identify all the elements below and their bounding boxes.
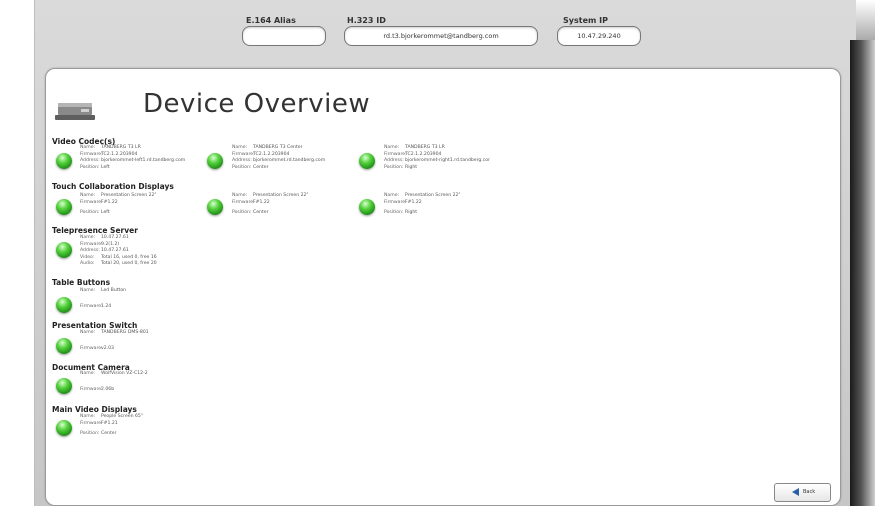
edge-shadow-top [856,0,875,40]
main-panel [45,68,841,506]
touch-center-info: Name: Presentation Screen 22" Firmware:F#… [232,193,309,215]
back-button-label: Back [803,489,816,495]
status-led-icon [207,153,223,169]
status-led-icon [56,338,72,354]
main-video-displays-info: Name: People Screen 65" Firmware:F#1.21 P… [80,414,143,436]
codec-left-info: Name: TANDBERG T3 LR Firmware:TC2.1.2.203… [80,145,186,170]
section-presentation-switch: Presentation Switch [52,321,138,330]
back-button[interactable]: Back [774,483,831,502]
section-touch-displays: Touch Collaboration Displays [52,182,174,191]
e164-label: E.164 Alias [246,16,296,25]
status-led-icon [56,242,72,258]
telepresence-info: Name: 10.47.27.61 Firmware:9.2(1.2) Addre… [80,235,157,266]
section-table-buttons: Table Buttons [52,278,111,287]
status-led-icon [56,297,72,313]
status-led-icon [56,199,72,215]
section-main-video-displays: Main Video Displays [52,405,137,414]
status-led-icon [56,378,72,394]
system-ip-label: System IP [563,16,608,25]
codec-device-icon [55,103,95,120]
page-title: Device Overview [143,89,371,119]
presentation-switch-info: Name: TANDBERG DMS-801 Firmware:v2.03 [80,330,149,351]
status-led-icon [207,199,223,215]
status-led-icon [359,153,375,169]
codec-center-info: Name: TANDBERG T3 Center Firmware:TC2.1.2… [232,145,326,170]
touch-right-info: Name: Presentation Screen 22" Firmware:F#… [384,193,461,215]
h323-label: H.323 ID [347,16,386,25]
e164-field[interactable] [242,26,326,46]
status-led-icon [359,199,375,215]
system-ip-field[interactable]: 10.47.29.240 [557,26,641,46]
back-arrow-icon [792,488,799,496]
touch-left-info: Name: Presentation Screen 22" Firmware:F#… [80,193,157,215]
table-buttons-info: Name: Led Button Firmware:1.24 [80,288,127,309]
document-camera-info: Name: WolfVision VZ-C12-2 Firmware:2.06b [80,371,148,392]
status-led-icon [56,153,72,169]
section-telepresence-server: Telepresence Server [52,226,138,235]
edge-shadow [850,40,875,506]
codec-right-info: Name: TANDBERG T3 LR Firmware:TC2.1.2.203… [384,145,491,170]
status-led-icon [56,420,72,436]
h323-field[interactable]: rd.t3.bjorkerommet@tandberg.com [344,26,538,46]
